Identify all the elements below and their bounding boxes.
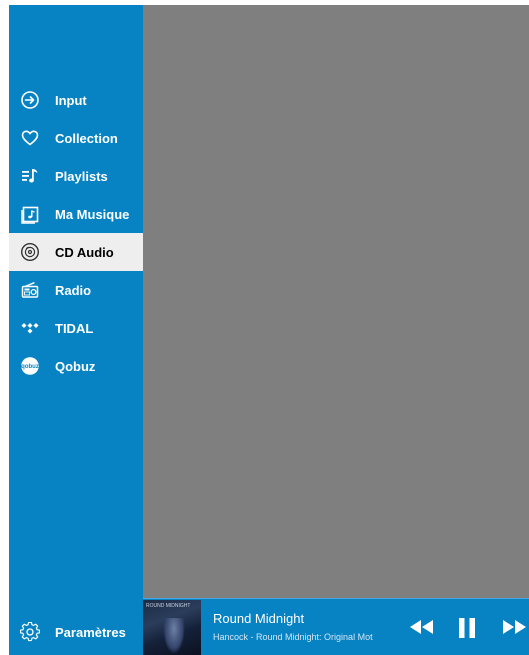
music-folder-icon	[20, 204, 40, 224]
pause-button[interactable]	[457, 617, 477, 644]
sidebar-item-label: Playlists	[55, 168, 108, 184]
sidebar-item-label: Qobuz	[55, 358, 96, 374]
sidebar-item-input[interactable]: Input	[9, 81, 143, 119]
sidebar-item-radio[interactable]: Radio	[9, 271, 143, 309]
sidebar-item-settings[interactable]: Paramètres	[9, 613, 143, 651]
qobuz-icon: qobuz	[20, 356, 40, 376]
sidebar-item-label: Collection	[55, 130, 118, 146]
playlist-icon	[20, 166, 40, 186]
sidebar-item-playlists[interactable]: Playlists	[9, 157, 143, 195]
cd-icon	[20, 242, 40, 262]
sidebar-item-label: CD Audio	[55, 244, 114, 260]
sidebar-item-cd-audio[interactable]: CD Audio	[9, 233, 143, 271]
fast-forward-icon	[501, 619, 527, 640]
sidebar-item-qobuz[interactable]: qobuz Qobuz	[9, 347, 143, 385]
sidebar-item-collection[interactable]: Collection	[9, 119, 143, 157]
app-window: Input Collection Playlists Ma Musique CD…	[0, 0, 529, 655]
track-subtitle: Hancock - Round Midnight: Original Mot	[213, 632, 373, 642]
sidebar-item-label: Radio	[55, 282, 92, 298]
sidebar-item-label: Ma Musique	[55, 206, 130, 222]
sidebar-item-label: Input	[55, 92, 87, 108]
radio-icon	[20, 280, 40, 300]
main-content-area	[143, 5, 529, 598]
sidebar-item-tidal[interactable]: TIDAL	[9, 309, 143, 347]
gear-icon	[20, 622, 40, 642]
next-button[interactable]	[501, 619, 527, 640]
album-art-text: ROUND MIDNIGHT	[146, 603, 191, 609]
pause-icon	[457, 617, 477, 644]
sidebar-item-label: TIDAL	[55, 320, 94, 336]
settings-label: Paramètres	[55, 624, 126, 640]
input-arrow-icon	[20, 90, 40, 110]
previous-button[interactable]	[409, 619, 435, 640]
rewind-icon	[409, 619, 435, 640]
left-edge	[0, 0, 9, 655]
now-playing-bar: ROUND MIDNIGHT Round Midnight Hancock - …	[143, 598, 529, 655]
track-title[interactable]: Round Midnight	[213, 611, 304, 626]
album-art[interactable]: ROUND MIDNIGHT	[143, 600, 201, 655]
sidebar-item-ma-musique[interactable]: Ma Musique	[9, 195, 143, 233]
heart-icon	[20, 128, 40, 148]
svg-text:qobuz: qobuz	[21, 364, 39, 370]
sidebar-nav: Input Collection Playlists Ma Musique CD…	[9, 81, 143, 385]
album-art-figure	[163, 618, 185, 654]
tidal-icon	[20, 318, 40, 338]
